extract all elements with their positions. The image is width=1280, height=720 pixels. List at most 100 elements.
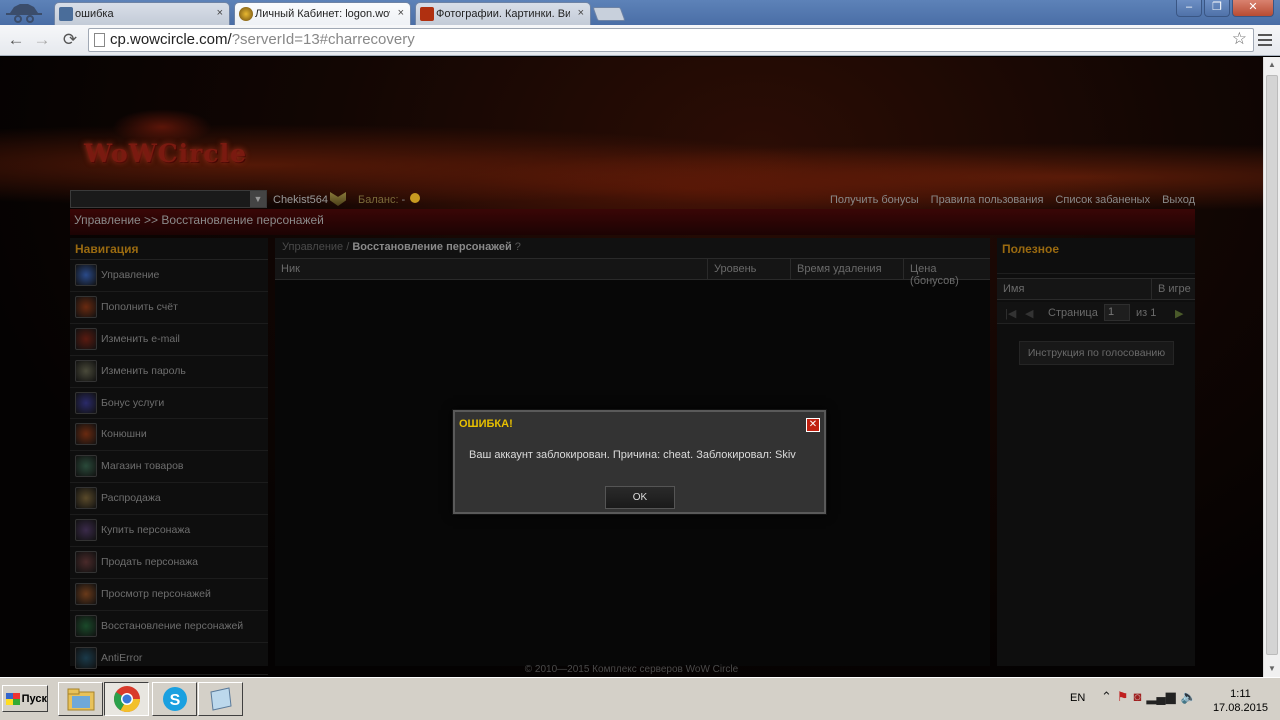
nav-item-label: Магазин товаров — [101, 460, 184, 473]
column-level[interactable]: Уровень — [708, 259, 791, 279]
taskbar-app[interactable] — [198, 682, 243, 716]
first-page-button[interactable]: |◀ — [1005, 307, 1016, 320]
coin-icon — [410, 193, 420, 203]
reload-icon[interactable]: ⟳ — [59, 29, 81, 51]
tab-personal-cabinet[interactable]: Личный Кабинет: logon.wow × — [234, 2, 411, 25]
nav-item-label: Изменить e-mail — [101, 332, 180, 345]
voting-instruction-button[interactable]: Инструкция по голосованию — [1019, 341, 1174, 365]
page-of-label: из 1 — [1136, 307, 1157, 319]
url-rest: ?serverId=13#charrecovery — [231, 31, 415, 48]
page-label: Страница — [1048, 307, 1098, 319]
tab-photos[interactable]: Фотографии. Картинки. Ви × — [415, 2, 591, 25]
back-arrow-icon[interactable]: ← — [5, 29, 27, 51]
nav-item-label: Распродажа — [101, 492, 161, 505]
balance-label: Баланс: — [358, 194, 399, 206]
nav-item[interactable]: Магазин товаров — [70, 451, 268, 484]
window-controls: – ❐ ✕ — [1176, 0, 1274, 17]
username[interactable]: Chekist564 — [273, 194, 328, 206]
nav-item[interactable]: Управление — [70, 260, 268, 292]
new-tab-button[interactable] — [592, 7, 626, 21]
taskbar: Пуск S EN ⌃ ⚑ ◙ ▂▄▆ 🔈 1:11 17.08.2015 — [0, 677, 1280, 720]
volume-icon[interactable]: 🔈 — [1181, 689, 1197, 705]
link-ban-list[interactable]: Список забаненых — [1055, 194, 1150, 206]
nav-item[interactable]: Купить персонажа — [70, 515, 268, 548]
nav-item[interactable]: Изменить e-mail — [70, 324, 268, 356]
column-nick[interactable]: Ник — [275, 259, 708, 279]
nav-item-label: Просмотр персонажей — [101, 587, 211, 600]
breadcrumb: Управление >> Восстановление персонажей — [70, 209, 1195, 235]
nav-item[interactable]: Пополнить счёт — [70, 292, 268, 324]
nav-item[interactable]: Просмотр персонажей — [70, 579, 268, 611]
antivirus-icon[interactable]: ◙ — [1134, 689, 1142, 705]
photos-favicon-icon — [420, 7, 434, 21]
nav-item-label: Купить персонажа — [101, 524, 191, 537]
scroll-up-arrow-icon[interactable]: ▲ — [1264, 57, 1280, 73]
crumb-parent[interactable]: Управление — [282, 241, 343, 253]
tab-close-icon[interactable]: × — [578, 7, 584, 19]
start-button[interactable]: Пуск — [2, 685, 48, 712]
link-logout[interactable]: Выход — [1162, 194, 1195, 206]
nav-item-icon — [75, 519, 97, 542]
column-name[interactable]: Имя — [997, 279, 1152, 299]
prev-page-button[interactable]: ◀ — [1025, 307, 1033, 320]
ok-button[interactable]: OK — [605, 486, 675, 509]
svg-text:S: S — [169, 692, 180, 709]
clock[interactable]: 1:11 17.08.2015 — [1213, 687, 1268, 715]
forward-arrow-icon[interactable]: → — [31, 29, 53, 51]
minimize-button[interactable]: – — [1176, 0, 1202, 17]
crumb-current: Восстановление персонажей — [352, 241, 512, 253]
column-in-game[interactable]: В игре — [1152, 279, 1195, 299]
next-page-button[interactable]: ▶ — [1175, 307, 1183, 320]
column-deletion-time[interactable]: Время удаления — [791, 259, 904, 279]
url-host: cp.wowcircle.com/ — [110, 31, 232, 48]
page-scrollbar[interactable]: ▲ ▼ — [1263, 57, 1280, 677]
nav-item-icon — [75, 455, 97, 478]
useful-title: Полезное — [997, 238, 1195, 274]
nav-item[interactable]: Бонус услуги — [70, 388, 268, 420]
nav-item-label: AntiError — [101, 651, 143, 664]
scroll-thumb[interactable] — [1266, 75, 1278, 655]
nav-item-icon — [75, 582, 97, 605]
restore-button[interactable]: ❐ — [1204, 0, 1230, 17]
flag-icon[interactable]: ⚑ — [1117, 689, 1129, 705]
character-select[interactable]: ▼ — [70, 190, 267, 208]
tab-oshibka[interactable]: ошибка × — [54, 2, 230, 25]
tab-close-icon[interactable]: × — [217, 7, 223, 19]
help-icon[interactable]: ? — [515, 241, 521, 253]
network-signal-icon[interactable]: ▂▄▆ — [1146, 689, 1175, 705]
chevron-down-icon[interactable]: ▼ — [250, 191, 266, 207]
navigation-panel: Навигация Управление Пополнить счёт Измени… — [70, 238, 268, 675]
nav-item-icon — [75, 487, 97, 510]
nav-item[interactable]: Конюшни — [70, 419, 268, 452]
address-bar[interactable]: cp.wowcircle.com/?serverId=13#charrecove… — [88, 28, 1254, 52]
browser-menu-icon[interactable] — [1258, 31, 1272, 49]
show-hidden-icon[interactable]: ⌃ — [1101, 689, 1112, 705]
nav-item[interactable]: Восстановление персонажей — [70, 611, 268, 643]
tab-close-icon[interactable]: × — [398, 7, 404, 19]
vk-favicon-icon — [59, 7, 73, 21]
dialog-message: Ваш аккаунт заблокирован. Причина: cheat… — [469, 449, 796, 461]
site-logo[interactable]: WoWCircle — [84, 139, 247, 168]
nav-item[interactable]: Изменить пароль — [70, 356, 268, 388]
navigation-list: Управление Пополнить счёт Изменить e-mail И… — [70, 260, 268, 675]
nav-item[interactable]: Распродажа — [70, 483, 268, 516]
nav-item[interactable]: Продать персонажа — [70, 547, 268, 579]
link-rules[interactable]: Правила пользования — [931, 194, 1044, 206]
useful-panel: Полезное Имя В игре |◀ ◀ Страница 1 из 1… — [997, 238, 1195, 666]
taskbar-chrome[interactable] — [104, 682, 149, 716]
taskbar-explorer[interactable] — [58, 682, 103, 716]
language-indicator[interactable]: EN — [1070, 692, 1085, 704]
page-input[interactable]: 1 — [1104, 304, 1130, 321]
nav-item-icon — [75, 614, 97, 637]
link-get-bonuses[interactable]: Получить бонусы — [830, 194, 919, 206]
nav-item-label: Управление — [101, 269, 160, 281]
column-price[interactable]: Цена (бонусов) — [904, 259, 990, 287]
close-window-button[interactable]: ✕ — [1232, 0, 1274, 17]
nav-item-label: Восстановление персонажей — [101, 619, 244, 632]
close-icon[interactable]: ✕ — [806, 418, 820, 432]
pager: |◀ ◀ Страница 1 из 1 ▶ — [997, 302, 1195, 324]
bookmark-star-icon[interactable]: ☆ — [1232, 28, 1247, 50]
scroll-down-arrow-icon[interactable]: ▼ — [1264, 661, 1280, 677]
taskbar-skype[interactable]: S — [152, 682, 197, 716]
tab-label: Фотографии. Картинки. Ви — [436, 8, 570, 20]
